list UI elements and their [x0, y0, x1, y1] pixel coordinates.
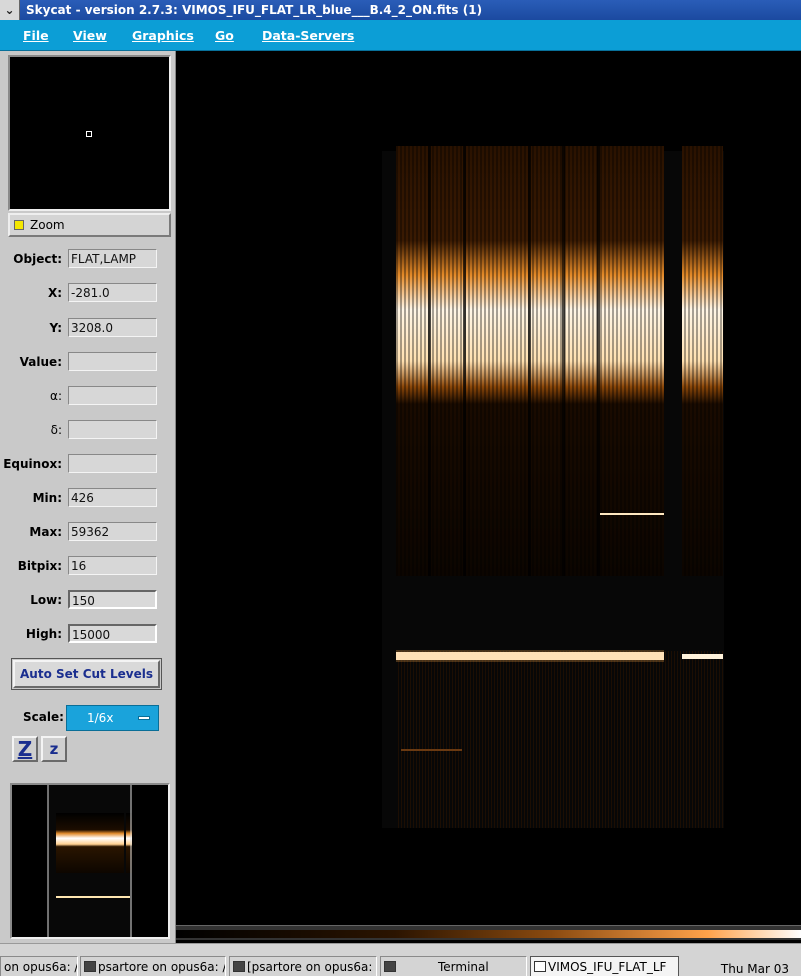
info-row-object: Object: FLAT,LAMP: [8, 249, 168, 271]
task-label: Terminal: [438, 959, 489, 974]
dec-label: δ:: [50, 423, 62, 437]
y-label: Y:: [49, 321, 62, 335]
max-label: Max:: [29, 525, 62, 539]
info-row-min: Min: 426: [8, 488, 168, 510]
info-row-bitpix: Bitpix: 16: [8, 556, 168, 578]
chevron-down-icon: ⌄: [4, 3, 15, 17]
dec-field: [68, 420, 157, 439]
zoom-toggle[interactable]: Zoom: [8, 213, 171, 237]
colormap-gradient: [176, 930, 801, 938]
terminal-icon: [384, 961, 396, 972]
y-field: 3208.0: [68, 318, 157, 337]
window-menu-button[interactable]: ⌄: [0, 0, 20, 20]
info-row-ra: α:: [8, 386, 168, 408]
menu-graphics[interactable]: Graphics: [132, 28, 194, 43]
taskbar-item-terminal-1[interactable]: on opus6a: /: [0, 956, 78, 976]
scale-select[interactable]: 1/6x: [66, 705, 159, 731]
high-cut-input[interactable]: 15000: [68, 624, 157, 643]
zoom-in-button[interactable]: Z: [12, 736, 38, 762]
pan-window[interactable]: [8, 55, 171, 211]
bitpix-field: 16: [68, 556, 157, 575]
object-field: FLAT,LAMP: [68, 249, 157, 268]
scale-value: 1/6x: [87, 711, 114, 725]
high-label: High:: [25, 627, 62, 641]
ra-field: [68, 386, 157, 405]
low-cut-input[interactable]: 150: [68, 590, 157, 609]
menu-view[interactable]: View: [73, 28, 107, 43]
object-label: Object:: [13, 252, 62, 266]
equinox-label: Equinox:: [3, 457, 62, 471]
taskbar-item-terminal-4[interactable]: Terminal: [380, 956, 527, 976]
control-panel: Zoom Object: FLAT,LAMP X: -281.0 Y: 3208…: [0, 51, 176, 943]
zoom-checkbox[interactable]: [14, 220, 24, 230]
terminal-icon: [233, 961, 245, 972]
taskbar: on opus6a: / psartore on opus6a: /h [psa…: [0, 943, 801, 976]
ra-label: α:: [50, 389, 62, 403]
min-field: 426: [68, 488, 157, 507]
info-row-dec: δ:: [8, 420, 168, 442]
image-canvas[interactable]: [176, 51, 801, 923]
pan-marker[interactable]: [86, 131, 92, 137]
info-row-x: X: -281.0: [8, 283, 168, 305]
taskbar-item-terminal-2[interactable]: psartore on opus6a: /h: [80, 956, 226, 976]
menu-file[interactable]: File: [23, 28, 49, 43]
auto-set-cut-levels-button[interactable]: Auto Set Cut Levels: [11, 658, 162, 690]
window-icon: [534, 961, 546, 972]
window-title-bar: ⌄ Skycat - version 2.7.3: VIMOS_IFU_FLAT…: [0, 0, 801, 20]
preview-thumbnail: [47, 785, 132, 937]
menu-go[interactable]: Go: [215, 28, 234, 43]
dropdown-indicator-icon: [138, 716, 150, 720]
fits-image: [382, 146, 724, 828]
task-label: psartore on opus6a: /h: [98, 959, 226, 974]
min-label: Min:: [32, 491, 62, 505]
info-row-max: Max: 59362: [8, 522, 168, 544]
info-row-equinox: Equinox:: [3, 454, 168, 476]
max-field: 59362: [68, 522, 157, 541]
info-row-high: High: 15000: [8, 624, 168, 646]
task-label: [psartore on opus6a: /: [247, 959, 377, 974]
low-label: Low:: [30, 593, 62, 607]
value-field: [68, 352, 157, 371]
bitpix-label: Bitpix:: [17, 559, 62, 573]
task-label: VIMOS_IFU_FLAT_LF: [548, 959, 667, 974]
menu-bar: File View Graphics Go Data-Servers: [0, 20, 801, 51]
zoom-label: Zoom: [30, 218, 65, 232]
image-preview[interactable]: [10, 783, 170, 939]
terminal-icon: [84, 961, 96, 972]
x-label: X:: [47, 286, 62, 300]
taskbar-item-skycat[interactable]: VIMOS_IFU_FLAT_LF: [530, 956, 679, 976]
window-title: Skycat - version 2.7.3: VIMOS_IFU_FLAT_L…: [26, 3, 483, 17]
info-row-value: Value:: [8, 352, 168, 374]
x-field: -281.0: [68, 283, 157, 302]
colormap-bar[interactable]: [176, 925, 801, 940]
value-label: Value:: [19, 355, 62, 369]
equinox-field: [68, 454, 157, 473]
task-label: on opus6a: /: [4, 959, 78, 974]
scale-label: Scale:: [23, 710, 64, 724]
zoom-out-button[interactable]: z: [41, 736, 67, 762]
info-row-low: Low: 150: [8, 590, 168, 612]
menu-data-servers[interactable]: Data-Servers: [262, 28, 354, 43]
info-row-y: Y: 3208.0: [8, 318, 168, 340]
clock: Thu Mar 03: [720, 962, 789, 976]
taskbar-item-terminal-3[interactable]: [psartore on opus6a: /: [229, 956, 377, 976]
